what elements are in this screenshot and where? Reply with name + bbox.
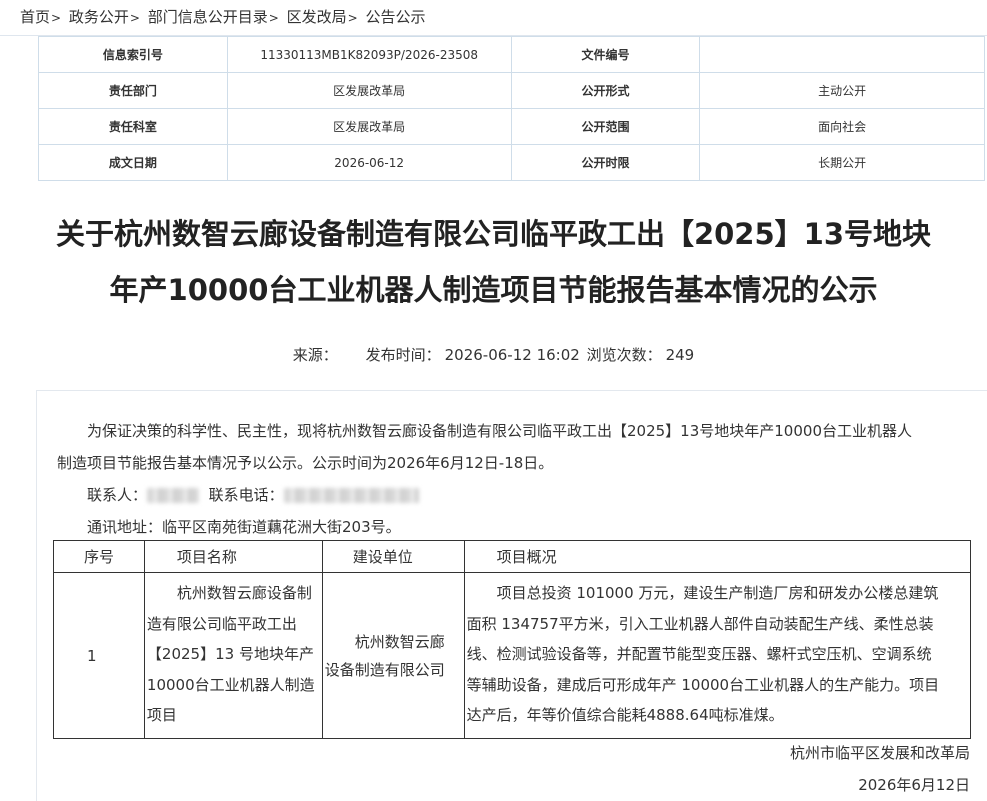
signature-date: 2026年6月12日 [858, 776, 970, 794]
meta-key: 成文日期 [38, 144, 228, 181]
meta-value [699, 36, 985, 73]
header-index: 序号 [53, 540, 145, 573]
meta-value: 主动公开 [699, 72, 985, 109]
project-table: 序号 项目名称 建设单位 项目概况 1 杭州数智云廊设备制 造有限公司临平政工出… [53, 540, 972, 739]
overview-line: 项目总投资 101000 万元，建设生产制造厂房和研发办公楼总建筑 [496, 584, 939, 602]
meta-value: 面向社会 [699, 108, 985, 145]
meta-table: 信息索引号 11330113MB1K82093P/2026-23508 文件编号… [38, 36, 985, 181]
views-label: 浏览次数： [586, 346, 662, 364]
intro-line: 为保证决策的科学性、民主性，现将杭州数智云廊设备制造有限公司临平政工出【2025… [87, 422, 912, 440]
title-line: 年产10000台工业机器人制造项目节能报告基本情况的公示 [109, 273, 878, 307]
row-unit: 杭州数智云廊 设备制造有限公司 [321, 572, 465, 739]
breadcrumb-bureau[interactable]: 区发改局 [287, 8, 347, 26]
page-title: 关于杭州数智云廊设备制造有限公司临平政工出【2025】13号地块 年产10000… [0, 206, 987, 318]
meta-key: 公开范围 [510, 108, 701, 145]
contact-label: 联系人： [87, 486, 148, 504]
breadcrumb-home[interactable]: 首页 [20, 8, 50, 26]
table-row: 1 杭州数智云廊设备制 造有限公司临平政工出 【2025】13 号地块年产 10… [53, 572, 972, 739]
breadcrumb-gov-affairs[interactable]: 政务公开 [69, 8, 129, 26]
row-project-name: 杭州数智云廊设备制 造有限公司临平政工出 【2025】13 号地块年产 1000… [143, 572, 323, 739]
meta-row: 信息索引号 11330113MB1K82093P/2026-23508 文件编号 [38, 36, 985, 73]
redacted-contact-name [147, 488, 200, 503]
meta-value: 2026-06-12 [226, 144, 512, 181]
breadcrumb: 首页> 政务公开> 部门信息公开目录> 区发改局> 公告公示 [20, 0, 425, 34]
name-line: 造有限公司临平政工出 [146, 614, 297, 633]
meta-value: 区发展改革局 [226, 72, 512, 109]
source-label: 来源： [292, 346, 338, 364]
meta-row: 责任部门 区发展改革局 公开形式 主动公开 [38, 72, 985, 109]
meta-key: 责任科室 [38, 108, 228, 145]
breadcrumb-announcements[interactable]: 公告公示 [365, 8, 425, 26]
name-line: 【2025】13 号地块年产 [146, 645, 314, 663]
publish-time: 2026-06-12 16:02 [444, 346, 580, 364]
name-line: 项目 [146, 706, 177, 724]
address-text: 通讯地址：临平区南苑街道藕花洲大街203号。 [87, 518, 401, 536]
meta-value: 长期公开 [699, 144, 985, 181]
intro-line: 制造项目节能报告基本情况予以公示。公示时间为2026年6月12日-18日。 [57, 454, 554, 472]
unit-line: 杭州数智云廊 [354, 632, 445, 651]
meta-key: 责任部门 [38, 72, 228, 109]
signature-org: 杭州市临平区发展和改革局 [789, 744, 970, 762]
intro-paragraph: 为保证决策的科学性、民主性，现将杭州数智云廊设备制造有限公司临平政工出【2025… [57, 415, 977, 447]
overview-line: 线、检测试验设备等，并配置节能型变压器、螺杆式空压机、空调系统 [466, 645, 932, 663]
overview-line: 面积 134757平方米，引入工业机器人部件自动装配生产线、柔性总装 [466, 614, 934, 633]
row-overview: 项目总投资 101000 万元，建设生产制造厂房和研发办公楼总建筑 面积 134… [463, 572, 972, 739]
address-line: 通讯地址：临平区南苑街道藕花洲大街203号。 [57, 511, 977, 543]
title-line: 关于杭州数智云廊设备制造有限公司临平政工出【2025】13号地块 [55, 217, 932, 251]
redacted-phone [283, 488, 419, 503]
header-overview: 项目概况 [463, 540, 972, 573]
name-line: 10000台工业机器人制造 [146, 675, 315, 694]
contact-line: 联系人： 联系电话： [57, 479, 977, 511]
overview-line: 达产后，年等价值综合能耗4888.64吨标准煤。 [466, 706, 784, 724]
publish-info: 来源： 发布时间： 2026-06-12 16:02 浏览次数： 249 [0, 344, 987, 365]
breadcrumb-separator-icon: > [268, 11, 279, 25]
meta-key: 公开时限 [510, 144, 701, 181]
meta-row: 责任科室 区发展改革局 公开范围 面向社会 [38, 108, 985, 145]
table-header-row: 序号 项目名称 建设单位 项目概况 [53, 540, 972, 573]
meta-key: 文件编号 [510, 36, 701, 73]
overview-line: 等辅助设备，建成后可形成年产 10000台工业机器人的生产能力。项目 [466, 675, 940, 694]
breadcrumb-separator-icon: > [51, 11, 62, 25]
meta-row: 成文日期 2026-06-12 公开时限 长期公开 [38, 144, 985, 181]
meta-key: 公开形式 [510, 72, 701, 109]
views-count: 249 [665, 346, 695, 364]
header-unit: 建设单位 [321, 540, 465, 573]
header-name: 项目名称 [143, 540, 323, 573]
breadcrumb-directory[interactable]: 部门信息公开目录 [148, 8, 268, 26]
meta-value: 11330113MB1K82093P/2026-23508 [226, 36, 512, 73]
unit-line: 设备制造有限公司 [324, 660, 445, 679]
meta-value: 区发展改革局 [226, 108, 512, 145]
breadcrumb-separator-icon: > [347, 11, 358, 25]
name-line: 杭州数智云廊设备制 [176, 584, 312, 602]
breadcrumb-separator-icon: > [129, 11, 140, 25]
phone-label: 联系电话： [208, 486, 284, 504]
intro-paragraph-cont: 制造项目节能报告基本情况予以公示。公示时间为2026年6月12日-18日。 [57, 447, 977, 479]
publish-time-label: 发布时间： [365, 346, 441, 364]
meta-key: 信息索引号 [38, 36, 228, 73]
row-index: 1 [53, 572, 145, 739]
